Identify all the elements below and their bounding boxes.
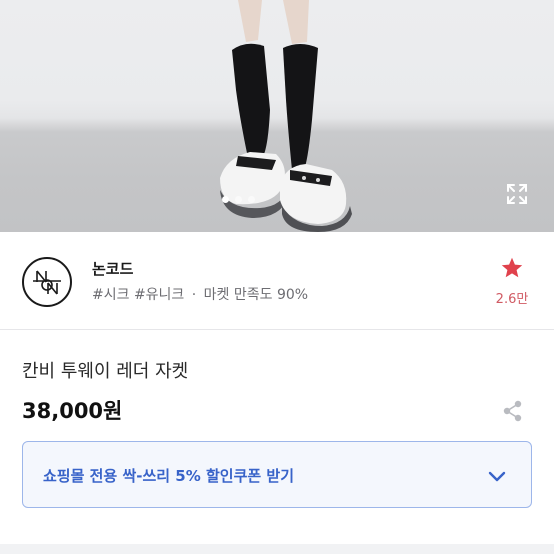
shop-tags: #시크 #유니크 bbox=[92, 287, 185, 303]
shop-name[interactable]: 논코드 bbox=[92, 258, 133, 279]
carousel-dot[interactable] bbox=[235, 196, 242, 203]
coupon-label: 쇼핑몰 전용 싹-쓰리 5% 할인쿠폰 받기 bbox=[43, 467, 295, 485]
favorite-button[interactable]: 2.6만 bbox=[490, 256, 534, 307]
share-icon[interactable] bbox=[502, 399, 524, 423]
shop-meta: #시크 #유니크 · 마켓 만족도 90% bbox=[92, 284, 308, 304]
product-price: 38,000원 bbox=[22, 399, 123, 423]
shop-info[interactable]: 논코드 #시크 #유니크 · 마켓 만족도 90% 2.6만 bbox=[0, 232, 554, 330]
expand-icon[interactable] bbox=[505, 182, 529, 206]
carousel-indicator[interactable] bbox=[222, 196, 255, 203]
star-icon bbox=[501, 257, 523, 278]
carousel-dot[interactable] bbox=[248, 196, 255, 203]
product-photo-illustration bbox=[220, 0, 352, 232]
coupon-download-button[interactable]: 쇼핑몰 전용 싹-쓰리 5% 할인쿠폰 받기 bbox=[22, 441, 532, 508]
shop-logo[interactable] bbox=[22, 257, 72, 307]
carousel-dot-active[interactable] bbox=[222, 196, 229, 203]
meta-separator: · bbox=[191, 287, 197, 303]
product-image[interactable] bbox=[0, 0, 554, 232]
shop-satisfaction: 마켓 만족도 90% bbox=[203, 287, 309, 303]
favorite-count: 2.6만 bbox=[495, 292, 529, 307]
section-divider bbox=[0, 544, 554, 554]
product-title: 칸비 투웨이 레더 자켓 bbox=[22, 361, 189, 382]
product-info: 칸비 투웨이 레더 자켓 38,000원 쇼핑몰 전용 싹-쓰리 5% 할인쿠폰… bbox=[0, 331, 554, 546]
chevron-down-icon bbox=[488, 471, 506, 482]
